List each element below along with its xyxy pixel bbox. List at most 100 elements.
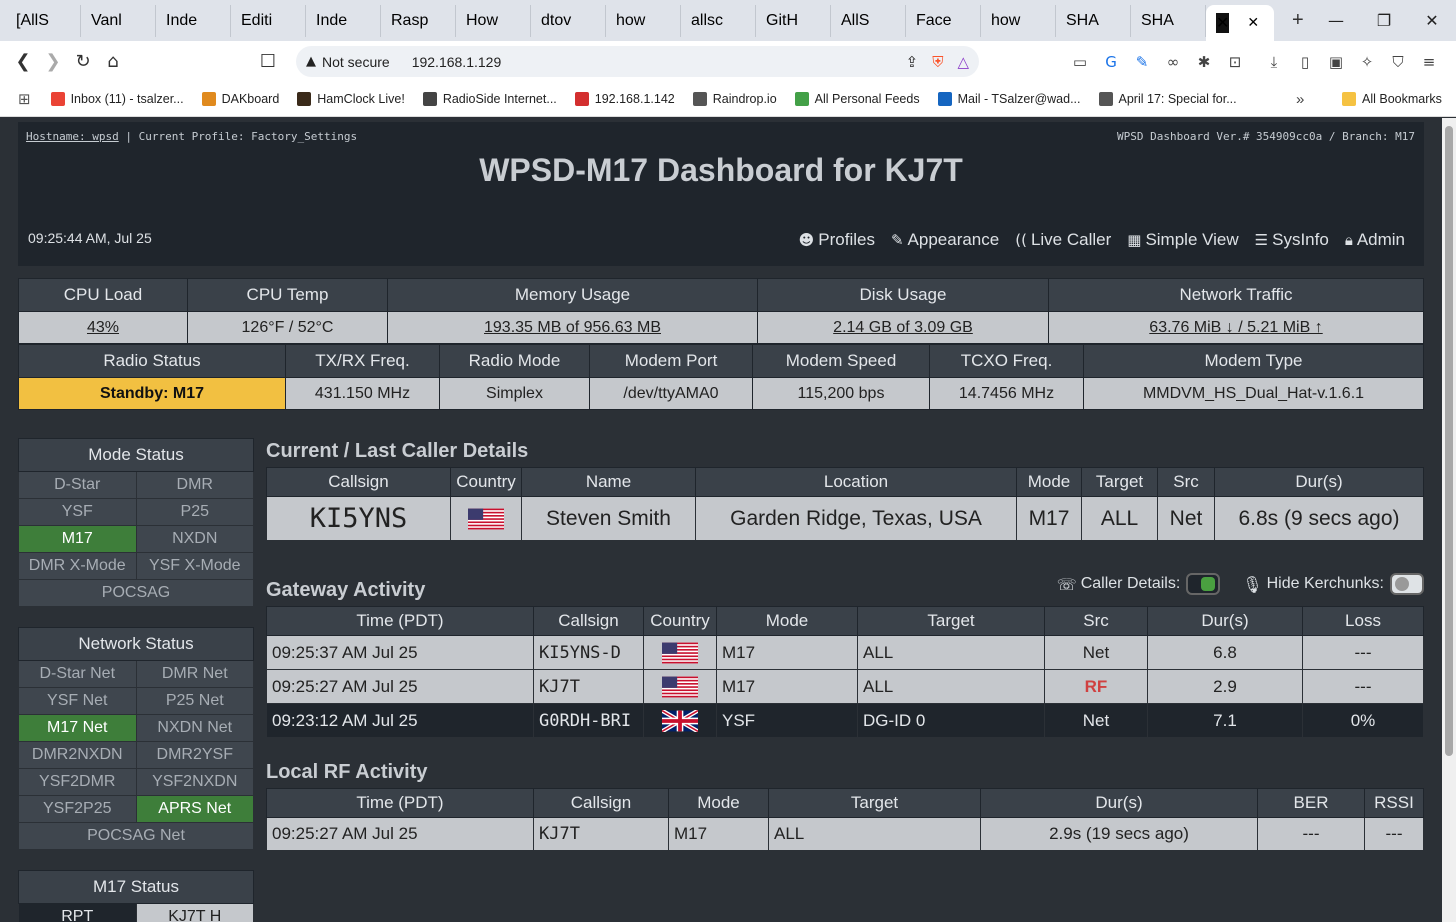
nav-sysinfo[interactable]: ☰ SysInfo (1255, 230, 1329, 250)
browser-tab[interactable]: Vanl (81, 4, 156, 37)
translate-icon[interactable]: G (1101, 52, 1121, 72)
gw-callsign[interactable]: G0RDH-BRI (533, 703, 644, 738)
pen-extension-icon[interactable]: ✎ (1132, 52, 1152, 72)
reload-icon[interactable]: ↻ (68, 51, 98, 72)
bookmark-item[interactable]: Mail - TSalzer@wad... (937, 92, 1081, 106)
current-profile: | Current Profile: Factory_Settings (118, 130, 358, 143)
apps-grid-icon[interactable]: ⊞ (18, 90, 31, 108)
gw-callsign[interactable]: KJ7T (533, 669, 644, 704)
hide-kerchunks-label: Hide Kerchunks: (1266, 575, 1384, 592)
download-icon[interactable]: ⤓ (1264, 52, 1284, 72)
caller-dur: 6.8s (9 secs ago) (1214, 496, 1424, 541)
nav-profiles-label: Profiles (818, 230, 875, 249)
bookmark-item[interactable]: Inbox (11) - tsalzer... (50, 92, 184, 106)
network-value[interactable]: 63.76 MiB ↓ / 5.21 MiB ↑ (1048, 311, 1424, 344)
nav-live-caller[interactable]: ((Live Caller (1015, 230, 1111, 250)
share-icon[interactable]: ⇪ (906, 53, 919, 71)
sidebar-icon[interactable]: ▯ (1295, 52, 1315, 72)
browser-tab[interactable]: how (606, 4, 681, 37)
minimize-icon[interactable]: — (1312, 0, 1360, 41)
cast-icon[interactable]: ▭ (1070, 52, 1090, 72)
browser-tab[interactable]: Rasp (381, 4, 456, 37)
browser-tab[interactable]: allsc (681, 4, 756, 37)
hostname-link[interactable]: Hostname: wpsd (26, 130, 119, 143)
bookmark-item[interactable]: April 17: Special for... (1098, 92, 1237, 106)
col-memory: Memory Usage (387, 278, 758, 312)
all-bookmarks-button[interactable]: All Bookmarks (1342, 92, 1442, 106)
bookmark-label: Inbox (11) - tsalzer... (70, 92, 184, 106)
tab-label: How (466, 11, 499, 29)
nav-appearance[interactable]: ✎ Appearance (891, 230, 999, 250)
browser-tab[interactable]: Face (906, 4, 981, 37)
gw-col-mode: Mode (716, 606, 858, 636)
caller-details-toggle[interactable] (1186, 573, 1221, 595)
nav-simple-view[interactable]: ▦ Simple View (1127, 230, 1238, 250)
gw-flag (643, 703, 717, 738)
nav-sysinfo-label: SysInfo (1272, 230, 1329, 249)
security-label: Not secure (322, 53, 390, 70)
browser-tab[interactable]: dtov (531, 4, 606, 37)
bookmark-item[interactable]: Raindrop.io (692, 92, 777, 106)
home-icon[interactable]: ⌂ (98, 51, 128, 72)
browser-tab[interactable]: [AllS (6, 4, 81, 37)
browser-tab[interactable]: How (456, 4, 531, 37)
gw-src: Net (1044, 635, 1148, 670)
browser-tab[interactable]: Inde (306, 4, 381, 37)
url-bar[interactable]: ▲ Not secure 192.168.1.129 ⇪ ⛨ △ (296, 46, 979, 77)
vpn-icon[interactable]: ⛉ (1388, 52, 1408, 72)
disk-value[interactable]: 2.14 GB of 3.09 GB (757, 311, 1049, 344)
bookmark-favicon-icon (794, 92, 809, 106)
nav-admin-label: Admin (1356, 230, 1405, 249)
leo-ai-icon[interactable]: ✧ (1357, 52, 1377, 72)
back-icon[interactable]: ❮ (8, 51, 38, 72)
browser-tab[interactable]: GitH (756, 4, 831, 37)
bookmark-label: Raindrop.io (712, 92, 777, 106)
scrollbar-thumb[interactable] (1445, 126, 1453, 756)
brave-shield-icon[interactable]: ⛨ (932, 53, 943, 71)
bookmark-item[interactable]: DAKboard (201, 92, 279, 106)
gw-callsign[interactable]: KI5YNS-D (533, 635, 644, 670)
browser-tab[interactable]: SHA (1056, 4, 1131, 37)
more-bookmarks-icon[interactable]: » (1296, 91, 1304, 108)
nav-simple-view-label: Simple View (1145, 230, 1239, 249)
memory-value[interactable]: 193.35 MB of 956.63 MB (387, 311, 758, 344)
page-scrollbar[interactable] (1442, 118, 1456, 922)
bookmark-item[interactable]: RadioSide Internet... (422, 92, 557, 106)
hide-kerchunks-toggle[interactable] (1390, 573, 1424, 595)
rf-col-rssi: RSSI (1364, 788, 1424, 818)
gateway-table-wrap: Time (PDT) Callsign Country Mode Target … (266, 606, 1424, 738)
tab-label: Editi (241, 11, 273, 29)
maximize-icon[interactable]: ❐ (1360, 0, 1408, 41)
caller-callsign[interactable]: KI5YNS (266, 496, 451, 541)
nav-profiles[interactable]: ☻ Profiles (799, 230, 875, 250)
nav-admin[interactable]: 🔒︎ Admin (1345, 230, 1405, 250)
browser-tab[interactable]: AllS (831, 4, 906, 37)
menu-icon[interactable]: ≡ (1419, 52, 1439, 72)
browser-tab[interactable]: Inde (156, 4, 231, 37)
caller-col-location: Location (695, 467, 1017, 497)
cpu-load-value[interactable]: 43% (18, 311, 188, 344)
bookmark-page-icon[interactable]: ☐ (253, 51, 283, 72)
version-info: WPSD Dashboard Ver.# 354909cc0a / Branch… (1116, 130, 1415, 143)
tab-label: SHA (1141, 11, 1174, 29)
bookmark-item[interactable]: 192.168.1.142 (574, 92, 675, 106)
browser-tab[interactable]: Editi (231, 4, 306, 37)
close-tab-icon[interactable]: ✕ (1247, 15, 1259, 31)
rf-callsign[interactable]: KJ7T (533, 817, 669, 851)
bookmark-item[interactable]: HamClock Live! (297, 92, 405, 106)
new-tab-icon[interactable]: + (1292, 9, 1304, 32)
bookmark-item[interactable]: All Personal Feeds (794, 92, 920, 106)
screenshot-icon[interactable]: ⊡ (1225, 52, 1245, 72)
tab-label: AllS (841, 11, 870, 29)
close-window-icon[interactable]: ✕ (1408, 0, 1456, 41)
glasses-extension-icon[interactable]: ∞ (1163, 52, 1183, 72)
extensions-icon[interactable]: ✱ (1194, 52, 1214, 72)
browser-tab[interactable]: SHA (1131, 4, 1206, 37)
browser-tab[interactable]: how (981, 4, 1056, 37)
wallet-icon[interactable]: ▣ (1326, 52, 1346, 72)
brave-rewards-icon[interactable]: △ (957, 53, 969, 71)
forward-icon[interactable]: ❯ (38, 51, 68, 72)
gw-callsign-text: G0RDH-BRI (539, 710, 632, 731)
net-ysf2dmr: YSF2DMR (18, 768, 137, 796)
browser-tab-active[interactable]: ✕ ✕ (1206, 5, 1274, 41)
